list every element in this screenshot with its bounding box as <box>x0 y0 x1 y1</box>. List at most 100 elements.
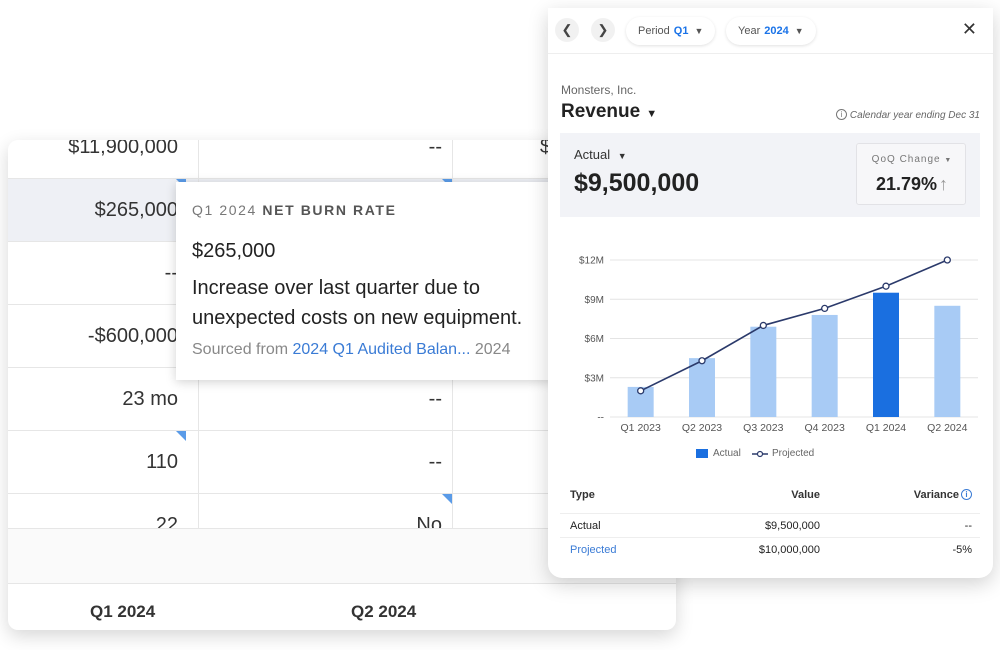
projected-point <box>943 256 951 264</box>
kpi-type-select[interactable]: Actual ▼ <box>574 147 627 162</box>
tooltip-metric: NET BURN RATE <box>262 202 397 218</box>
cell[interactable]: -$600,000 <box>8 305 178 367</box>
y-tick-label: -- <box>597 413 604 424</box>
table-header-row: Type Value Variance i <box>560 484 980 514</box>
projected-point <box>637 387 645 395</box>
y-tick-label: $9M <box>585 295 604 306</box>
x-tick-label: Q3 2023 <box>743 422 783 434</box>
source-link[interactable]: 2024 Q1 Audited Balan... <box>293 341 471 358</box>
table-row: Projected $10,000,000 -5% <box>560 538 980 562</box>
note-marker-icon <box>176 431 186 441</box>
info-icon: i <box>836 109 848 120</box>
bar-q2-2023 <box>689 358 715 417</box>
qoq-value: 21.79% ↑ <box>857 174 967 195</box>
previous-button[interactable]: ❮ <box>555 18 579 42</box>
kpi-label: Actual <box>574 147 611 162</box>
legend-label-projected: Projected <box>772 448 815 459</box>
x-tick-label: Q1 2024 <box>866 422 906 434</box>
period-label: Period <box>638 25 670 37</box>
cell[interactable]: $11,900,000 <box>8 140 178 178</box>
qoq-label: QoQ Change ▼ <box>857 154 967 165</box>
tooltip-description-line: Increase over last quarter due to <box>192 277 480 299</box>
row-value: $10,000,000 <box>758 544 820 556</box>
close-icon[interactable]: ✕ <box>962 19 977 40</box>
arrow-up-icon: ↑ <box>939 174 949 194</box>
caret-down-icon: ▼ <box>646 108 658 120</box>
projected-point <box>821 304 829 313</box>
x-tick-label: Q1 2023 <box>621 422 661 434</box>
tooltip-description-line: unexpected costs on new equipment. <box>192 307 523 329</box>
x-tick-label: Q2 2023 <box>682 422 722 434</box>
caret-down-icon: ▼ <box>944 157 953 164</box>
fiscal-year-note: i Calendar year ending Dec 31 <box>834 109 980 121</box>
period-value: Q1 <box>673 25 689 37</box>
row-variance: -- <box>964 520 972 532</box>
row-type-link[interactable]: Projected <box>570 538 616 562</box>
bar-q2-2024 <box>934 305 961 417</box>
x-tick-label: Q4 2023 <box>805 422 845 434</box>
year-select[interactable]: Year 2024 ▼ <box>726 17 816 45</box>
year-value: 2024 <box>764 25 789 37</box>
metric-select[interactable]: Revenue ▼ <box>561 101 657 123</box>
variance-header-text: Variance <box>913 489 959 501</box>
bar-q4-2023 <box>811 314 838 417</box>
cell[interactable]: -- <box>198 431 442 493</box>
row-variance: -5% <box>952 544 972 556</box>
tooltip-period: Q1 2024 <box>192 202 257 218</box>
panel-toolbar: ❮ ❯ Period Q1 ▼ Year 2024 ▼ ✕ <box>548 8 993 54</box>
fiscal-year-text: Calendar year ending Dec 31 <box>849 110 980 121</box>
next-button[interactable]: ❯ <box>591 18 615 42</box>
y-tick-label: $6M <box>585 334 604 345</box>
tooltip-source: Sourced from 2024 Q1 Audited Balan... 20… <box>192 341 540 359</box>
variance-table: Type Value Variance i Actual $9,500,000 -… <box>560 484 980 562</box>
caret-down-icon: ▼ <box>617 151 627 161</box>
table-row: Actual $9,500,000 -- <box>560 514 980 538</box>
column-header-value: Value <box>791 489 820 501</box>
caret-down-icon: ▼ <box>694 26 704 36</box>
legend-label-actual: Actual <box>713 448 741 459</box>
cell[interactable]: $265,000 <box>8 179 178 241</box>
info-icon[interactable]: i <box>961 489 972 500</box>
y-tick-label: $12M <box>579 256 604 267</box>
cell[interactable]: 23 mo <box>8 368 178 430</box>
projected-point <box>882 282 890 290</box>
source-prefix: Sourced from <box>192 341 289 358</box>
company-name: Monsters, Inc. <box>561 83 637 97</box>
year-label: Year <box>738 25 761 37</box>
projected-point <box>698 357 706 365</box>
legend-swatch-projected <box>752 450 768 457</box>
cell[interactable]: 110 <box>8 431 178 493</box>
column-header-q1-2024[interactable]: Q1 2024 <box>90 602 155 622</box>
projected-line <box>640 259 948 392</box>
cell-note-tooltip: Q1 2024 NET BURN RATE $265,000 Increase … <box>176 182 556 380</box>
projected-point <box>759 321 767 330</box>
source-suffix: 2024 <box>474 341 511 358</box>
tooltip-description: Increase over last quarter due to unexpe… <box>192 273 540 333</box>
period-select[interactable]: Period Q1 ▼ <box>626 17 716 45</box>
cell[interactable]: -- <box>198 140 442 178</box>
row-type: Actual <box>570 520 601 532</box>
column-header-type: Type <box>570 489 595 501</box>
y-tick-label: $3M <box>585 373 604 384</box>
kpi-value: $9,500,000 <box>574 169 700 197</box>
bar-q1-2024 <box>873 292 899 417</box>
column-header-q2-2024[interactable]: Q2 2024 <box>351 602 416 622</box>
cell[interactable]: -- <box>8 242 178 304</box>
tooltip-title: Q1 2024 NET BURN RATE <box>192 202 540 218</box>
column-header-variance: Variance i <box>914 484 972 506</box>
revenue-chart: $12M $9M $6M $3M -- Q1 2023 Q2 2023 Q3 2023 Q4 2… <box>579 256 978 434</box>
revenue-detail-panel: ❮ ❯ Period Q1 ▼ Year 2024 ▼ ✕ Monsters, … <box>548 8 993 578</box>
metric-title: Revenue <box>561 101 641 122</box>
qoq-value-text: 21.79% <box>875 174 938 194</box>
chevron-right-icon: ❯ <box>597 22 609 37</box>
bar-q3-2023 <box>750 326 777 417</box>
note-marker-icon <box>442 494 452 504</box>
qoq-label-text: QoQ Change <box>871 154 941 165</box>
caret-down-icon: ▼ <box>794 26 804 36</box>
qoq-change-box[interactable]: QoQ Change ▼ 21.79% ↑ <box>856 143 966 205</box>
chevron-left-icon: ❮ <box>561 22 573 37</box>
x-tick-label: Q2 2024 <box>927 422 967 434</box>
tooltip-value: $265,000 <box>192 240 276 262</box>
legend-swatch-actual <box>696 449 708 458</box>
legend-item-projected: Projected <box>752 448 814 459</box>
